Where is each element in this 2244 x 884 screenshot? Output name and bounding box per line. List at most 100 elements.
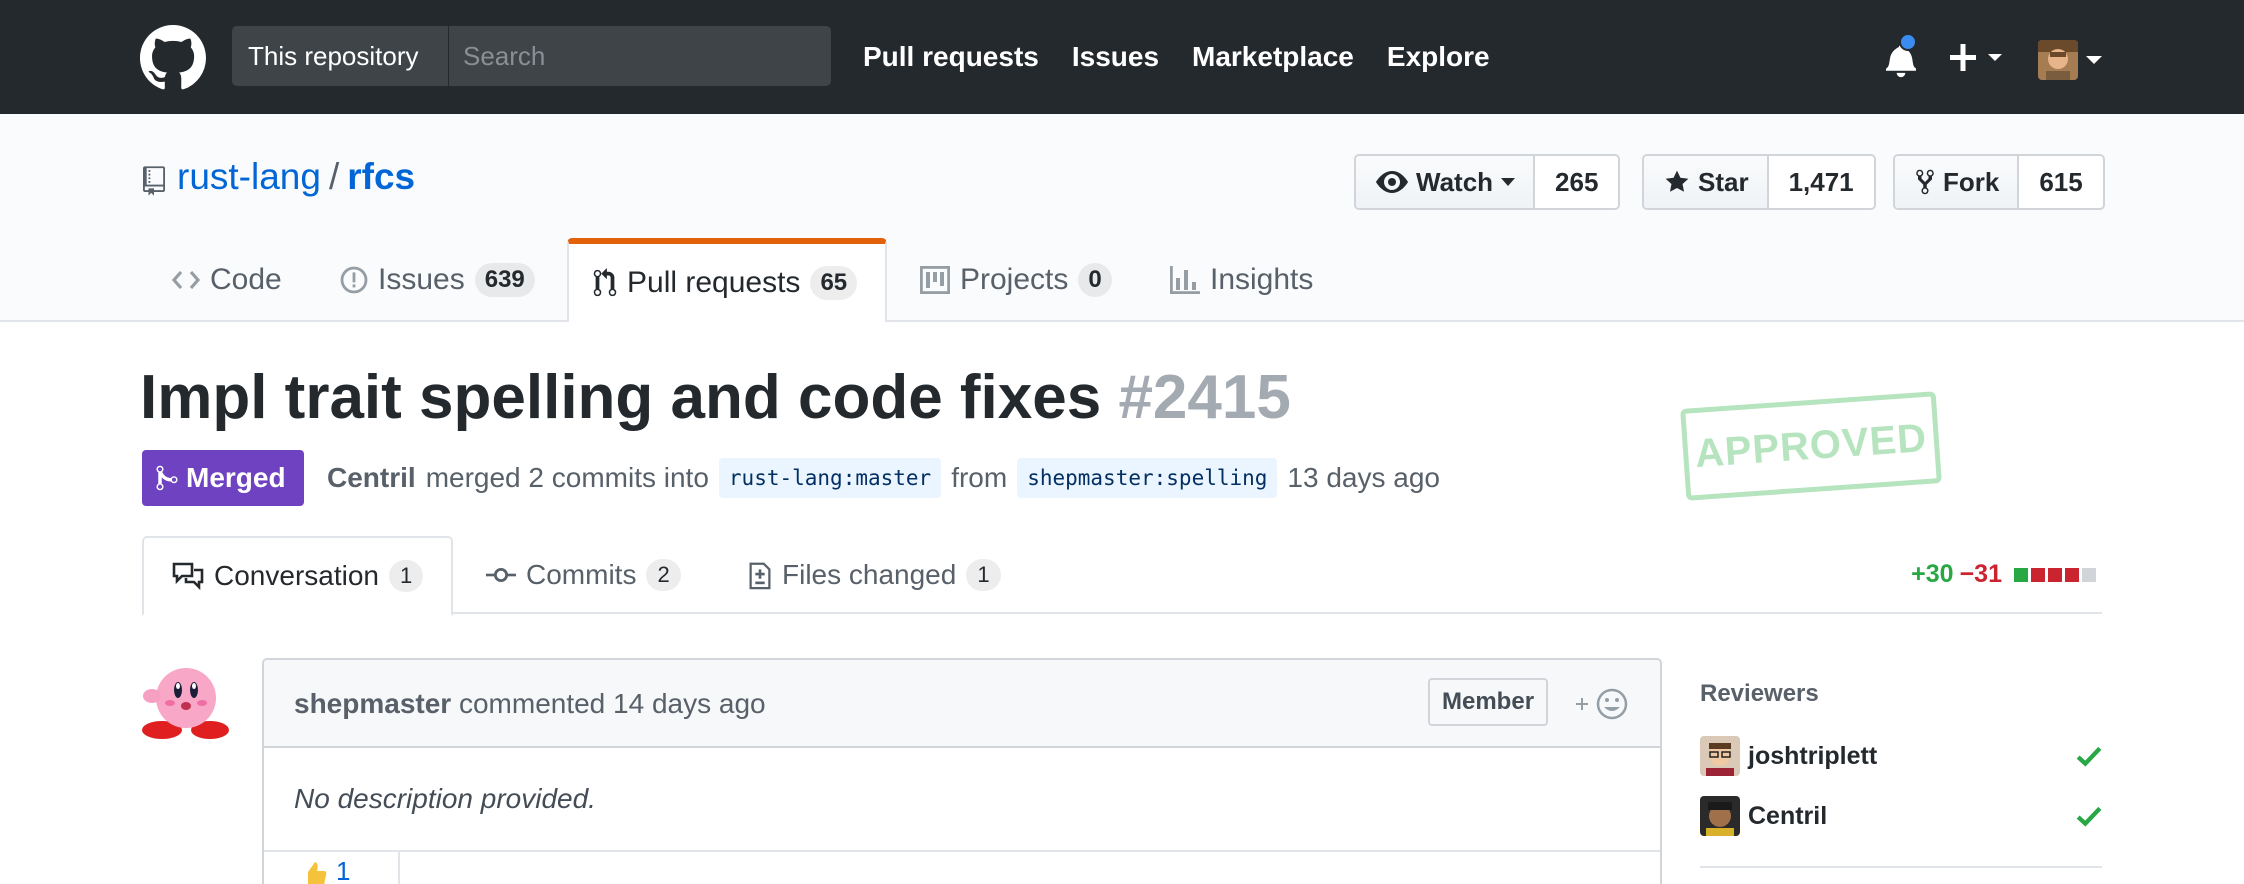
base-branch[interactable]: rust-lang:master <box>718 458 942 498</box>
tab-pull-requests-label: Pull requests <box>627 266 801 299</box>
fork-label: Fork <box>1943 166 2000 197</box>
pr-meta-text: merged 2 commits into <box>425 462 709 493</box>
comment-author-link[interactable]: shepmaster <box>294 688 451 719</box>
reviewer-avatar <box>1700 796 1740 836</box>
repo-separator: / <box>328 156 340 197</box>
commenter-avatar[interactable] <box>140 660 230 740</box>
fork-icon <box>1916 169 1934 195</box>
nav-pull-requests[interactable]: Pull requests <box>863 41 1039 73</box>
pr-title: Impl trait spelling and code fixes #2415 <box>140 362 1291 433</box>
git-merge-icon <box>156 465 178 491</box>
fork-count[interactable]: 615 <box>2019 156 2102 208</box>
member-badge: Member <box>1428 678 1549 726</box>
top-nav: Pull requests Issues Marketplace Explore <box>863 0 1490 114</box>
comment-header: shepmaster commented 14 days ago Member <box>264 660 1660 748</box>
diffstat: +30 −31 <box>1911 560 2096 589</box>
repo-name-link[interactable]: rfcs <box>347 156 415 197</box>
watch-label: Watch <box>1416 166 1494 197</box>
check-icon <box>2076 806 2102 827</box>
reactions-bar: 1 <box>264 852 1660 884</box>
head-branch[interactable]: shepmaster:spelling <box>1017 458 1278 498</box>
pr-tabs: Conversation 1 Commits 2 Files changed 1… <box>142 536 2102 616</box>
fork-button[interactable]: Fork <box>1895 156 2020 208</box>
caret-down-icon <box>1501 177 1516 186</box>
tab-projects[interactable]: Projects 0 <box>896 240 1136 320</box>
github-logo-icon[interactable] <box>140 25 206 91</box>
sidebar-divider <box>1700 866 2102 868</box>
thumbs-up-reaction[interactable]: 1 <box>264 852 400 884</box>
reviewers-sidebar: Reviewers joshtriplett Centril <box>1700 680 2102 868</box>
tab-pull-requests[interactable]: Pull requests 65 <box>567 238 887 322</box>
tab-insights[interactable]: Insights <box>1146 240 1337 320</box>
check-icon <box>2076 746 2102 767</box>
tab-files-changed[interactable]: Files changed 1 <box>720 536 1029 614</box>
tab-insights-label: Insights <box>1210 263 1314 296</box>
tab-conversation-label: Conversation <box>214 560 379 591</box>
repo-nav: Code Issues 639 Pull requests 65 Project… <box>0 238 2244 322</box>
diffstat-block <box>2065 567 2079 582</box>
tab-commits[interactable]: Commits 2 <box>458 536 709 614</box>
tab-commits-label: Commits <box>526 559 637 590</box>
reviewer-name: Centril <box>1748 801 1828 830</box>
pr-meta: Centril merged 2 commits into rust-lang:… <box>327 455 1440 501</box>
code-icon <box>172 270 200 290</box>
pr-merged-time: 13 days ago <box>1287 462 1440 493</box>
graph-icon <box>1170 266 1200 294</box>
watch-count[interactable]: 265 <box>1535 156 1618 208</box>
approved-stamp: APPROVED <box>1680 391 1942 501</box>
projects-counter: 0 <box>1078 263 1112 297</box>
tab-issues[interactable]: Issues 639 <box>316 240 559 320</box>
eye-icon <box>1376 171 1408 193</box>
repo-header: rust-lang / rfcs Watch 265 Star 1,471 Fork… <box>0 114 2244 322</box>
commit-icon <box>486 567 516 583</box>
star-icon <box>1665 170 1689 192</box>
star-count[interactable]: 1,471 <box>1769 156 1874 208</box>
chevron-down-icon <box>2086 56 2102 64</box>
diffstat-block <box>2082 567 2096 582</box>
comment-time-link[interactable]: 14 days ago <box>613 688 766 719</box>
diffstat-block <box>2014 567 2028 582</box>
search-input[interactable] <box>449 26 831 86</box>
reviewer-name: joshtriplett <box>1748 741 1878 770</box>
issues-counter: 639 <box>474 263 535 297</box>
star-button[interactable]: Star <box>1644 156 1769 208</box>
avatar <box>2038 40 2078 80</box>
repo-title: rust-lang / rfcs <box>177 156 415 198</box>
comment-action: commented <box>458 688 606 719</box>
diffstat-deletions: −31 <box>1959 560 2002 588</box>
watch-button[interactable]: Watch <box>1356 156 1536 208</box>
star-label: Star <box>1698 166 1749 197</box>
pull-requests-counter: 65 <box>810 266 858 300</box>
nav-issues[interactable]: Issues <box>1072 41 1159 73</box>
commits-counter: 2 <box>646 559 681 591</box>
merged-status-badge: Merged <box>142 450 304 506</box>
global-header: This repository Pull requests Issues Mar… <box>0 0 2244 114</box>
file-diff-icon <box>749 562 771 590</box>
reviewer-row[interactable]: Centril <box>1700 786 2102 846</box>
watch-button-group: Watch 265 <box>1354 154 1621 210</box>
pr-number: #2415 <box>1118 363 1291 432</box>
nav-marketplace[interactable]: Marketplace <box>1192 41 1354 73</box>
user-menu[interactable] <box>2038 40 2104 84</box>
repo-icon <box>143 166 165 196</box>
repo-owner-link[interactable]: rust-lang <box>177 156 321 197</box>
project-icon <box>920 266 950 294</box>
diffstat-block <box>2031 567 2045 582</box>
comment-body: No description provided. <box>264 748 1660 852</box>
nav-explore[interactable]: Explore <box>1387 41 1490 73</box>
diffstat-additions: +30 <box>1911 560 1954 588</box>
add-reaction-icon[interactable] <box>1576 684 1634 724</box>
reviewer-row[interactable]: joshtriplett <box>1700 726 2102 786</box>
pr-merger-link[interactable]: Centril <box>327 462 416 494</box>
tab-issues-label: Issues <box>378 263 465 296</box>
merged-status-label: Merged <box>186 462 286 493</box>
plus-icon[interactable] <box>1950 40 2010 76</box>
pull-request-icon <box>593 268 617 297</box>
reviewers-title: Reviewers <box>1700 680 1819 707</box>
tab-conversation[interactable]: Conversation 1 <box>142 536 454 616</box>
approved-stamp-text: APPROVED <box>1693 415 1929 476</box>
tab-code[interactable]: Code <box>148 240 306 320</box>
diffstat-block <box>2048 567 2062 582</box>
pr-title-text: Impl trait spelling and code fixes <box>140 363 1102 432</box>
reviewer-avatar <box>1700 736 1740 776</box>
